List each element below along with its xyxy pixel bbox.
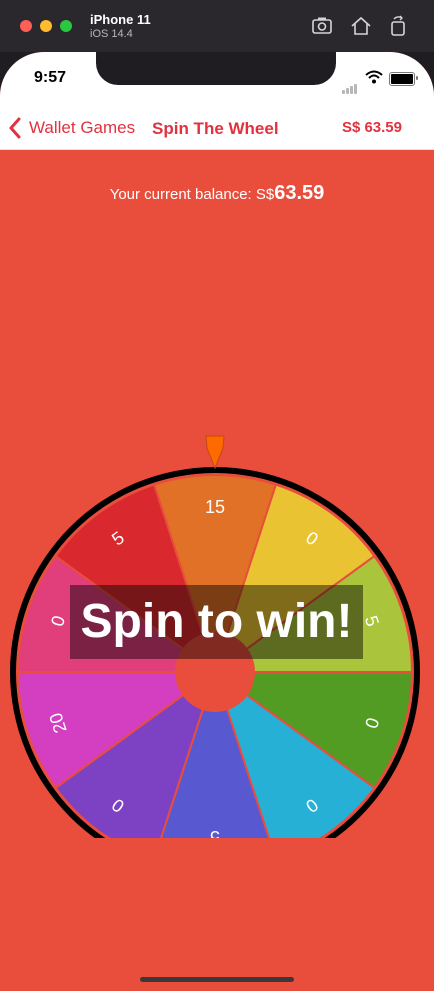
status-bar: 9:57 (0, 52, 434, 107)
minimize-window-button[interactable] (40, 20, 52, 32)
nav-balance: S$ 63.59 (341, 119, 402, 136)
chevron-left-icon (9, 117, 21, 139)
screenshot-icon[interactable] (310, 14, 334, 38)
back-label: Wallet Games (29, 118, 136, 137)
rotate-icon[interactable] (386, 14, 410, 38)
battery-icon (389, 72, 418, 86)
status-time: 9:57 (34, 69, 67, 86)
segment-label: 15 (205, 497, 225, 517)
home-icon[interactable] (349, 14, 373, 38)
balance-amount: 63.59 (274, 182, 325, 204)
close-window-button[interactable] (20, 20, 32, 32)
page-title: Spin The Wheel (152, 119, 279, 138)
spin-to-win-button[interactable]: Spin to win! (70, 585, 363, 659)
os-version: iOS 14.4 (90, 28, 133, 40)
phone-screen: 9:57 Wallet Games Spin The Wheel S$ 63.5… (0, 52, 434, 991)
device-name: iPhone 11 (90, 12, 151, 27)
simulator-title-bar: iPhone 11 iOS 14.4 (0, 0, 434, 52)
home-indicator (140, 977, 294, 982)
wheel-pointer-icon (205, 435, 225, 470)
navigation-bar: Wallet Games Spin The Wheel S$ 63.59 (0, 107, 434, 150)
cellular-signal-icon (342, 76, 358, 94)
zoom-window-button[interactable] (60, 20, 72, 32)
device-notch (96, 52, 336, 85)
current-balance: Your current balance: S$63.59 (0, 182, 434, 205)
balance-label: Your current balance: S$ (109, 186, 275, 203)
back-button[interactable]: Wallet Games (8, 115, 135, 141)
segment-label: 5 (210, 827, 220, 838)
wifi-icon (365, 70, 383, 84)
